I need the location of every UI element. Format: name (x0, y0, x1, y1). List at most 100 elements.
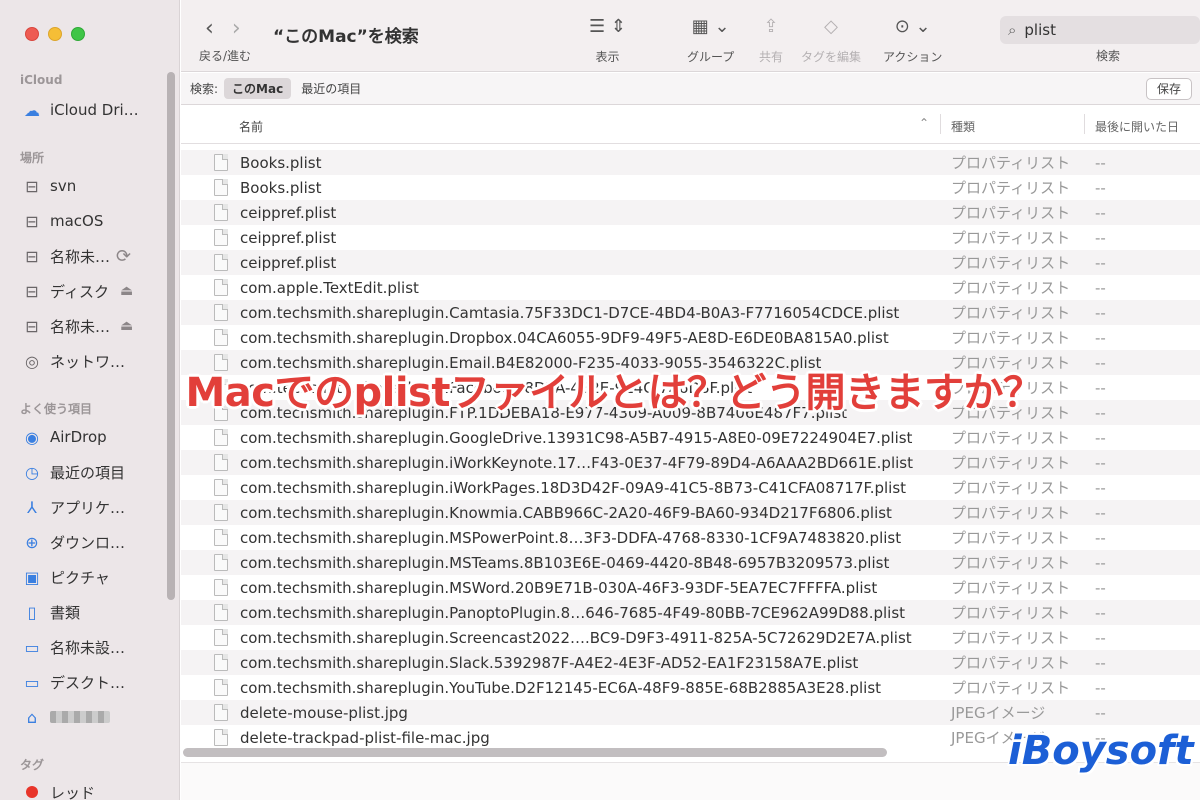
sidebar-item-home[interactable]: ⌂ (20, 705, 110, 729)
file-last-opened: -- (1095, 703, 1106, 722)
table-row[interactable]: Books.plist プロパティリスト -- (181, 150, 1200, 175)
file-last-opened: -- (1095, 153, 1106, 172)
file-name: com.techsmith.shareplugin.YouTube.D2F121… (240, 678, 882, 697)
file-last-opened: -- (1095, 378, 1106, 397)
sidebar-item-applications[interactable]: ⅄ アプリケ… (20, 495, 125, 519)
sidebar-item-pictures[interactable]: ▣ ピクチャ (20, 565, 109, 589)
forward-button[interactable]: › (232, 16, 241, 41)
file-last-opened: -- (1095, 428, 1106, 447)
share-label: 共有 (759, 50, 784, 64)
scope-this-mac[interactable]: このMac (224, 78, 292, 99)
column-divider[interactable] (940, 114, 941, 134)
file-list: Books.plist プロパティリスト -- Books.plist プロパティリスト… (181, 144, 1200, 748)
file-icon (214, 329, 228, 346)
sort-ascending-icon: ⌃ (919, 116, 930, 130)
file-kind: JPEGイメージ (951, 704, 1046, 722)
table-row[interactable]: delete-mouse-plist.jpg JPEGイメージ -- (181, 700, 1200, 725)
file-kind: プロパティリスト (951, 454, 1071, 472)
file-name: com.techsmith.shareplugin.GoogleDrive.13… (240, 428, 913, 447)
scope-recent[interactable]: 最近の項目 (301, 80, 361, 97)
table-row[interactable]: com.techsmith.shareplugin.MSWord.20B9E71… (181, 575, 1200, 600)
sidebar-item-untitled-folder[interactable]: ▭ 名称未設… (20, 635, 125, 659)
file-kind: プロパティリスト (951, 229, 1071, 247)
sidebar-item-desktop[interactable]: ▭ デスクト… (20, 670, 125, 694)
headline-overlay: Macでのplistファイルとは？どう開きますか？ (185, 370, 1044, 416)
sidebar-item-downloads[interactable]: ⊕ ダウンロ… (20, 530, 125, 554)
column-last-opened[interactable]: 最後に開いた日 (1095, 118, 1179, 135)
file-name: com.techsmith.shareplugin.iWorkKeynote.1… (240, 453, 913, 472)
table-row[interactable]: com.techsmith.shareplugin.Slack.5392987F… (181, 650, 1200, 675)
table-row[interactable]: ceippref.plist プロパティリスト -- (181, 225, 1200, 250)
column-name[interactable]: 名前 (239, 118, 263, 135)
window-controls (25, 27, 85, 41)
save-search-button[interactable]: 保存 (1145, 78, 1192, 100)
file-last-opened: -- (1095, 453, 1106, 472)
zoom-window-button[interactable] (71, 27, 85, 41)
sidebar-item-recents[interactable]: ◷ 最近の項目 (20, 460, 125, 484)
nav-label: 戻る/進む (199, 49, 252, 63)
file-last-opened: -- (1095, 478, 1106, 497)
table-row[interactable]: ceippref.plist プロパティリスト -- (181, 200, 1200, 225)
applications-icon: ⅄ (27, 497, 37, 517)
search-input[interactable]: ⌕ plist (1000, 16, 1200, 44)
file-name: com.techsmith.shareplugin.Camtasia.75F33… (240, 303, 900, 322)
sidebar-item-untitled-2[interactable]: ⊟ 名称未… ⏏ (20, 314, 170, 338)
table-row[interactable]: com.techsmith.shareplugin.GoogleDrive.13… (181, 425, 1200, 450)
action-icon: ⊙ ⌄ (894, 16, 931, 37)
sidebar-item-tag-red[interactable]: レッド (20, 780, 95, 800)
view-button[interactable]: ☰ ⇕ 表示 (589, 14, 626, 65)
edit-tags-button[interactable]: ◇ タグを編集 (801, 14, 861, 65)
column-kind[interactable]: 種類 (951, 118, 975, 135)
action-button[interactable]: ⊙ ⌄ アクション (883, 14, 942, 65)
sidebar-item-airdrop[interactable]: ◉ AirDrop (20, 425, 107, 449)
sidebar-item-disk[interactable]: ⊟ ディスク ⏏ (20, 279, 170, 303)
minimize-window-button[interactable] (48, 27, 62, 41)
search-icon: ⌕ (1008, 21, 1017, 39)
file-kind: プロパティリスト (951, 679, 1071, 697)
table-row[interactable]: ceippref.plist プロパティリスト -- (181, 250, 1200, 275)
eject-icon[interactable]: ⏏ (120, 318, 133, 334)
back-button[interactable]: ‹ (205, 16, 214, 41)
sidebar-scrollbar[interactable] (167, 72, 175, 600)
file-last-opened: -- (1095, 328, 1106, 347)
table-row[interactable]: com.techsmith.shareplugin.MSTeams.8B103E… (181, 550, 1200, 575)
table-row[interactable]: com.techsmith.shareplugin.Knowmia.CABB96… (181, 500, 1200, 525)
eject-icon[interactable]: ⏏ (120, 283, 133, 299)
sidebar-item-documents[interactable]: ▯ 書類 (20, 600, 80, 624)
table-row[interactable]: com.techsmith.shareplugin.iWorkPages.18D… (181, 475, 1200, 500)
table-row[interactable]: com.techsmith.shareplugin.Screencast2022… (181, 625, 1200, 650)
sidebar-item-label: ネットワ… (50, 352, 126, 371)
file-kind: プロパティリスト (951, 179, 1071, 197)
file-last-opened: -- (1095, 553, 1106, 572)
file-kind: プロパティリスト (951, 304, 1071, 322)
column-divider[interactable] (1084, 114, 1085, 134)
table-row[interactable]: Books.plist プロパティリスト -- (181, 175, 1200, 200)
table-row[interactable]: com.techsmith.shareplugin.Camtasia.75F33… (181, 300, 1200, 325)
sidebar-item-network[interactable]: ◎ ネットワ… (20, 349, 125, 373)
close-window-button[interactable] (25, 27, 39, 41)
file-kind: プロパティリスト (951, 504, 1071, 522)
table-row[interactable]: com.apple.TextEdit.plist プロパティリスト -- (181, 275, 1200, 300)
table-row[interactable]: com.techsmith.shareplugin.PanoptoPlugin.… (181, 600, 1200, 625)
sidebar-item-icloud-drive[interactable]: ☁ iCloud Dri… (20, 98, 139, 122)
folder-icon: ▭ (24, 637, 40, 657)
file-icon (214, 179, 228, 196)
table-row[interactable]: com.techsmith.shareplugin.iWorkKeynote.1… (181, 450, 1200, 475)
sidebar-item-macos[interactable]: ⊟ macOS (20, 209, 103, 233)
share-button[interactable]: ⇪ 共有 (759, 14, 783, 65)
file-last-opened: -- (1095, 678, 1106, 697)
table-row[interactable]: com.techsmith.shareplugin.Dropbox.04CA60… (181, 325, 1200, 350)
file-last-opened: -- (1095, 578, 1106, 597)
group-button[interactable]: ▦ ⌄ グループ (687, 14, 734, 65)
table-row[interactable]: com.techsmith.shareplugin.MSPowerPoint.8… (181, 525, 1200, 550)
file-icon (214, 604, 228, 621)
file-name: com.techsmith.shareplugin.MSWord.20B9E71… (240, 578, 878, 597)
search-scope-bar: 検索: このMac 最近の項目 保存 (181, 73, 1200, 105)
table-row[interactable]: com.techsmith.shareplugin.YouTube.D2F121… (181, 675, 1200, 700)
horizontal-scrollbar[interactable] (183, 748, 887, 757)
sidebar-item-untitled-1[interactable]: ⊟ 名称未… ⟳ (20, 244, 170, 268)
desktop-icon: ▭ (24, 672, 40, 692)
picture-icon: ▣ (24, 567, 40, 587)
file-kind: プロパティリスト (951, 279, 1071, 297)
sidebar-item-svn[interactable]: ⊟ svn (20, 174, 76, 198)
